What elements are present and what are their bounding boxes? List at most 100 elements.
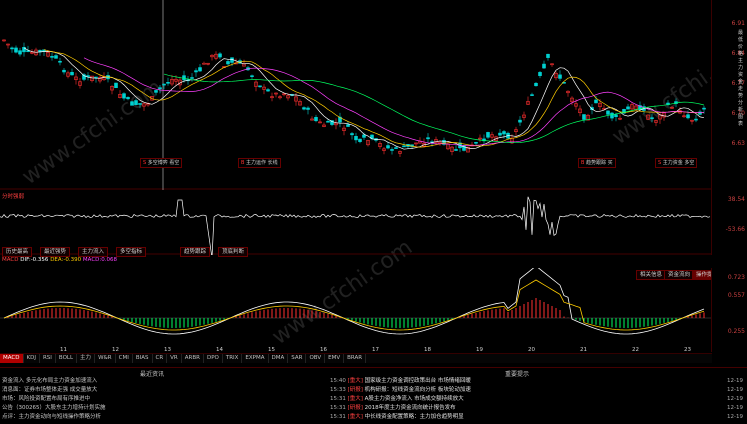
tab-obv[interactable]: OBV (306, 354, 326, 363)
tab-cr[interactable]: CR (153, 354, 168, 363)
candle-body (14, 47, 18, 53)
candle-body (702, 107, 706, 110)
candle-body (558, 74, 562, 79)
news-item[interactable]: 市场：风险投资配置布局有序推进中 (2, 395, 90, 403)
candle-body (314, 117, 318, 122)
macd-label: MACD DIF:-0.356 DEA:-0.390 MACD:0.068 (2, 257, 117, 263)
indicator-button[interactable]: 顶底判断 (218, 247, 249, 257)
ma-line (23, 47, 705, 150)
tab-macd[interactable]: MACD (0, 354, 24, 363)
news-item[interactable]: 15:31 [重大] 中长线资金配置策略：主力加仓趋势明显 12-19 (330, 413, 745, 421)
candle-body (606, 110, 610, 115)
candle-body (194, 70, 198, 73)
news-item[interactable]: 15:31 [重大] A股主力资金净流入 市场成交额持续放大 12-19 (330, 395, 745, 403)
ma-line (83, 57, 705, 146)
tab-bias[interactable]: BIAS (133, 354, 153, 363)
tab-rsi[interactable]: RSI (40, 354, 56, 363)
candle-body (190, 77, 194, 79)
candle-body (474, 141, 478, 144)
ma-line (43, 49, 705, 148)
candle-body (130, 101, 134, 106)
tab-vr[interactable]: VR (167, 354, 182, 363)
candle-body (18, 50, 22, 55)
candle-body (594, 99, 598, 104)
news-panel: 最近资讯 重要提示 资金流入 多元化布局主力资金加速流入 消息面：证券市场整体走强… (0, 367, 747, 424)
candle-body (50, 56, 54, 58)
news-item[interactable]: 公告（300265）大股东主力增持计划实施 (2, 404, 106, 412)
news-item[interactable]: 点评：主力资金动向与短线操作策略分析 (2, 413, 101, 421)
osc-axis: 38.54 -53.66 (711, 190, 747, 255)
tab-arbr[interactable]: ARBR (182, 354, 204, 363)
indicator-button[interactable]: 最近强势 (40, 247, 71, 257)
news-item[interactable]: 消息面：证券市场整体走强 成交量放大 (2, 386, 97, 394)
candle-body (226, 61, 230, 65)
candle-body (454, 149, 458, 151)
signal-box[interactable]: S 主力资金 多空 (655, 158, 698, 168)
candle-body (498, 132, 502, 136)
indicator-button[interactable]: 多空指标 (116, 247, 147, 257)
signal-box[interactable]: B 主力运作 长线 (238, 158, 281, 168)
tab-emv[interactable]: EMV (325, 354, 345, 363)
tab-w&r[interactable]: W&R (95, 354, 116, 363)
news-item[interactable]: 资金流入 多元化布局主力资金加速流入 (2, 377, 97, 385)
candle-body (354, 136, 358, 141)
signal-box[interactable]: S 多空博弈 看空 (140, 158, 183, 168)
candle-body (614, 114, 618, 117)
tab-boll[interactable]: BOLL (56, 354, 78, 363)
tab-kdj[interactable]: KDJ (24, 354, 40, 363)
candle-body (394, 147, 398, 149)
tab-trix[interactable]: TRIX (223, 354, 243, 363)
news-item[interactable]: 15:40 [重大] 国家级主力资金调控政策出台 市场情绪回暖 12-19 (330, 377, 745, 385)
price-tick: 6.63 (731, 140, 745, 147)
stock-chart-window: www.cfchi.com www.cfchi.com www.cfchi.co… (0, 0, 747, 424)
news-item[interactable]: 15:31 [研报] 2018年度主力资金流向统计报告发布 12-19 (330, 404, 745, 412)
tab-cmi[interactable]: CMI (116, 354, 133, 363)
candle-body (530, 94, 534, 96)
candle-body (58, 60, 62, 63)
indicator-button[interactable]: 历史最高 (2, 247, 33, 257)
news-item[interactable]: 15:33 [研报] 机构研报：短线资金流向分析 板块轮动加速 12-19 (330, 386, 745, 394)
indicator-button[interactable]: 主力流入 (78, 247, 109, 257)
osc-tick: 38.54 (727, 196, 745, 203)
oscillator-chart[interactable] (0, 190, 712, 255)
macd-chart[interactable] (0, 268, 712, 352)
tab-主力[interactable]: 主力 (77, 354, 96, 363)
candle-body (134, 100, 138, 105)
candle-body (538, 72, 542, 76)
right-info-column: 最低价格主力资金走势分析图表 (738, 30, 744, 127)
tab-brar[interactable]: BRAR (344, 354, 367, 363)
indicator-button[interactable]: 趋势跟踪 (180, 247, 211, 257)
indicator-tabs: MACD KDJ RSI BOLL 主力 W&R CMI BIAS CR VR ARBR DPO TRI… (0, 353, 712, 363)
macd-tick: 0.723 (727, 274, 745, 281)
candle-body (546, 53, 550, 58)
candle-body (582, 114, 586, 120)
signal-box[interactable]: B 趋势跟踪 买 (578, 158, 616, 168)
tab-dma[interactable]: DMA (269, 354, 289, 363)
tab-expma[interactable]: EXPMA (242, 354, 269, 363)
candle-body (486, 132, 490, 138)
candle-body (650, 117, 654, 119)
moving-averages (23, 47, 705, 150)
macd-histogram (7, 298, 705, 328)
candle-body (386, 145, 390, 149)
candle-body (198, 67, 202, 72)
candles-group (2, 39, 706, 157)
candle-body (126, 97, 130, 100)
osc-tick: -53.66 (725, 226, 745, 233)
tab-dpo[interactable]: DPO (204, 354, 223, 363)
candle-body (402, 145, 406, 148)
candle-body (166, 82, 170, 84)
candle-body (218, 53, 222, 58)
candle-body (346, 124, 350, 127)
candle-body (122, 93, 126, 99)
candle-body (162, 83, 166, 86)
candle-body (154, 90, 158, 93)
tab-sar[interactable]: SAR (288, 354, 307, 363)
candle-body (306, 107, 310, 110)
macd-tick: 0.557 (727, 292, 745, 299)
candle-body (610, 112, 614, 119)
candle-body (626, 106, 630, 110)
candle-body (202, 62, 206, 65)
candle-body (542, 63, 546, 69)
candle-body (158, 87, 162, 90)
